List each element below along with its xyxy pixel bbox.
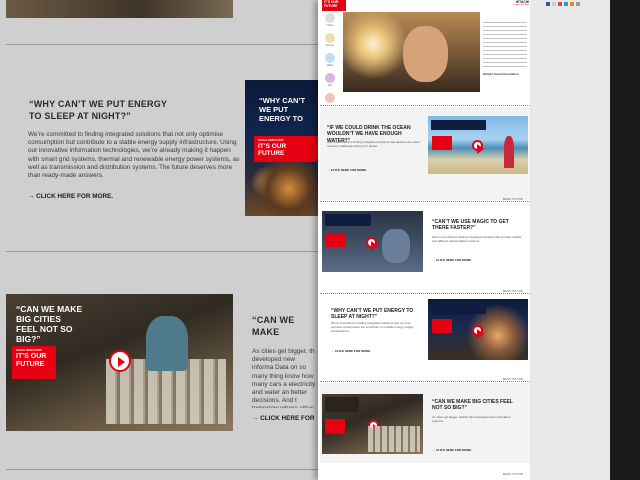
overlay-click-here[interactable]: → CLICK HERE FOR MORE. xyxy=(327,168,367,172)
overlay-divider xyxy=(320,201,530,202)
share-icon[interactable] xyxy=(552,2,556,6)
city-video-thumbnail[interactable]: “CAN WE MAKE BIG CITIES FEEL NOT SO BIG?… xyxy=(6,294,233,431)
its-our-future-logo[interactable]: IT’S OUR FUTURE xyxy=(322,0,346,11)
play-button[interactable] xyxy=(109,350,131,372)
social-innovation-tag: SOCIAL INNOVATION IT’S OUR FUTURE xyxy=(254,136,318,162)
back-to-top-link[interactable]: BACK TO TOP xyxy=(503,472,523,476)
overlay-headline: “WHY CAN’T WE PUT ENERGY TO SLEEP AT NIG… xyxy=(331,308,414,321)
overlay-divider xyxy=(320,105,530,106)
overlay-body: We’re committed to finding integrated so… xyxy=(331,321,414,333)
dark-window-strip xyxy=(610,0,640,480)
click-here-link[interactable]: → CLICK HERE FOR MORE. xyxy=(28,193,113,200)
thumb-headline: “WHY CAN’T WE PUT ENERGY TO SLEEP AT NIG… xyxy=(259,96,306,125)
overlay-body: As cities get bigger, Hitachi has develo… xyxy=(432,415,511,423)
thumb-headline-box xyxy=(325,214,371,226)
play-button[interactable] xyxy=(472,325,484,339)
city-model-buildings xyxy=(368,426,420,452)
sidebar-item-health[interactable] xyxy=(325,93,335,103)
sidebar-item-city[interactable] xyxy=(325,73,335,83)
share-icon[interactable] xyxy=(576,2,580,6)
social-innovation-tag xyxy=(432,136,452,150)
hero-text xyxy=(483,22,527,70)
section-headline: “WHY CAN’T WE PUT ENERGY TO SLEEP AT NIG… xyxy=(29,99,168,121)
social-innovation-tag xyxy=(325,419,345,434)
top-thumbnail-partial[interactable] xyxy=(6,0,233,18)
right-gray-margin xyxy=(530,0,610,480)
thumb-headline: “CAN WE MAKE BIG CITIES FEEL NOT SO BIG?… xyxy=(16,304,83,344)
overlay-body: We’re committed to finding integrated so… xyxy=(432,235,522,243)
overlay-sidebar: Home Energy Water City xyxy=(320,11,340,103)
overlay-click-here[interactable]: → CLICK HERE FOR MORE. xyxy=(432,448,472,452)
section-body: We’re committed to finding integrated so… xyxy=(28,131,240,179)
child-figure xyxy=(382,229,410,263)
play-button[interactable] xyxy=(472,140,484,154)
overlay-headline: “CAN’T WE USE MAGIC TO GET THERE FASTER?… xyxy=(432,219,509,232)
share-icon[interactable] xyxy=(570,2,574,6)
overlay-click-here[interactable]: → CLICK HERE FOR MORE. xyxy=(432,258,472,262)
section-divider xyxy=(6,251,318,252)
social-icons xyxy=(546,2,610,7)
section-divider xyxy=(6,469,318,470)
hitachi-logo[interactable]: HITACHI Inspire the Next xyxy=(505,0,529,9)
sidebar-item-water[interactable] xyxy=(325,53,335,63)
click-here-link[interactable]: → CLICK HERE FOR xyxy=(252,415,318,422)
thumb-headline-box xyxy=(325,397,359,412)
hero-face xyxy=(403,26,448,82)
ocean-video-thumbnail[interactable] xyxy=(428,116,528,174)
child-figure xyxy=(146,316,188,371)
child-figure xyxy=(504,136,514,168)
social-innovation-tag xyxy=(432,319,452,333)
overlay-click-here[interactable]: → CLICK HERE FOR MORE. xyxy=(331,349,371,353)
overlay-headline: “CAN WE MAKE BIG CITIES FEEL NOT SO BIG?… xyxy=(432,399,513,412)
overlay-body: We’re committed to finding integrated so… xyxy=(327,140,420,148)
section-body: As cities get bigger, th developed new i… xyxy=(252,348,316,408)
energy-video-thumbnail[interactable]: “WHY CAN’T WE PUT ENERGY TO SLEEP AT NIG… xyxy=(245,80,318,216)
thumb-headline-box xyxy=(431,120,486,130)
share-icon[interactable] xyxy=(564,2,568,6)
left-page: “WHY CAN’T WE PUT ENERGY TO SLEEP AT NIG… xyxy=(0,0,318,480)
city-video-thumbnail-small[interactable] xyxy=(322,394,423,454)
overlay-divider xyxy=(320,381,530,382)
share-icon[interactable] xyxy=(558,2,562,6)
thumb-headline-box xyxy=(431,302,486,314)
overlay-hero-image[interactable] xyxy=(343,12,480,92)
energy-video-thumbnail-small[interactable] xyxy=(428,299,528,360)
hero-caption: Hitachi Social Innovation xyxy=(483,72,519,76)
sidebar-item-energy[interactable] xyxy=(325,33,335,43)
section-headline: “CAN WE MAKE FEEL NOT SO xyxy=(252,315,314,340)
sidebar-item-home[interactable] xyxy=(325,13,335,23)
car-video-thumbnail[interactable] xyxy=(322,211,423,272)
play-button[interactable] xyxy=(366,237,378,251)
overlay-divider xyxy=(320,293,530,294)
social-innovation-tag: SOCIAL INNOVATION IT’S OUR FUTURE xyxy=(12,346,56,379)
share-icon[interactable] xyxy=(546,2,550,6)
section-divider xyxy=(6,44,318,45)
social-innovation-tag xyxy=(325,233,345,247)
